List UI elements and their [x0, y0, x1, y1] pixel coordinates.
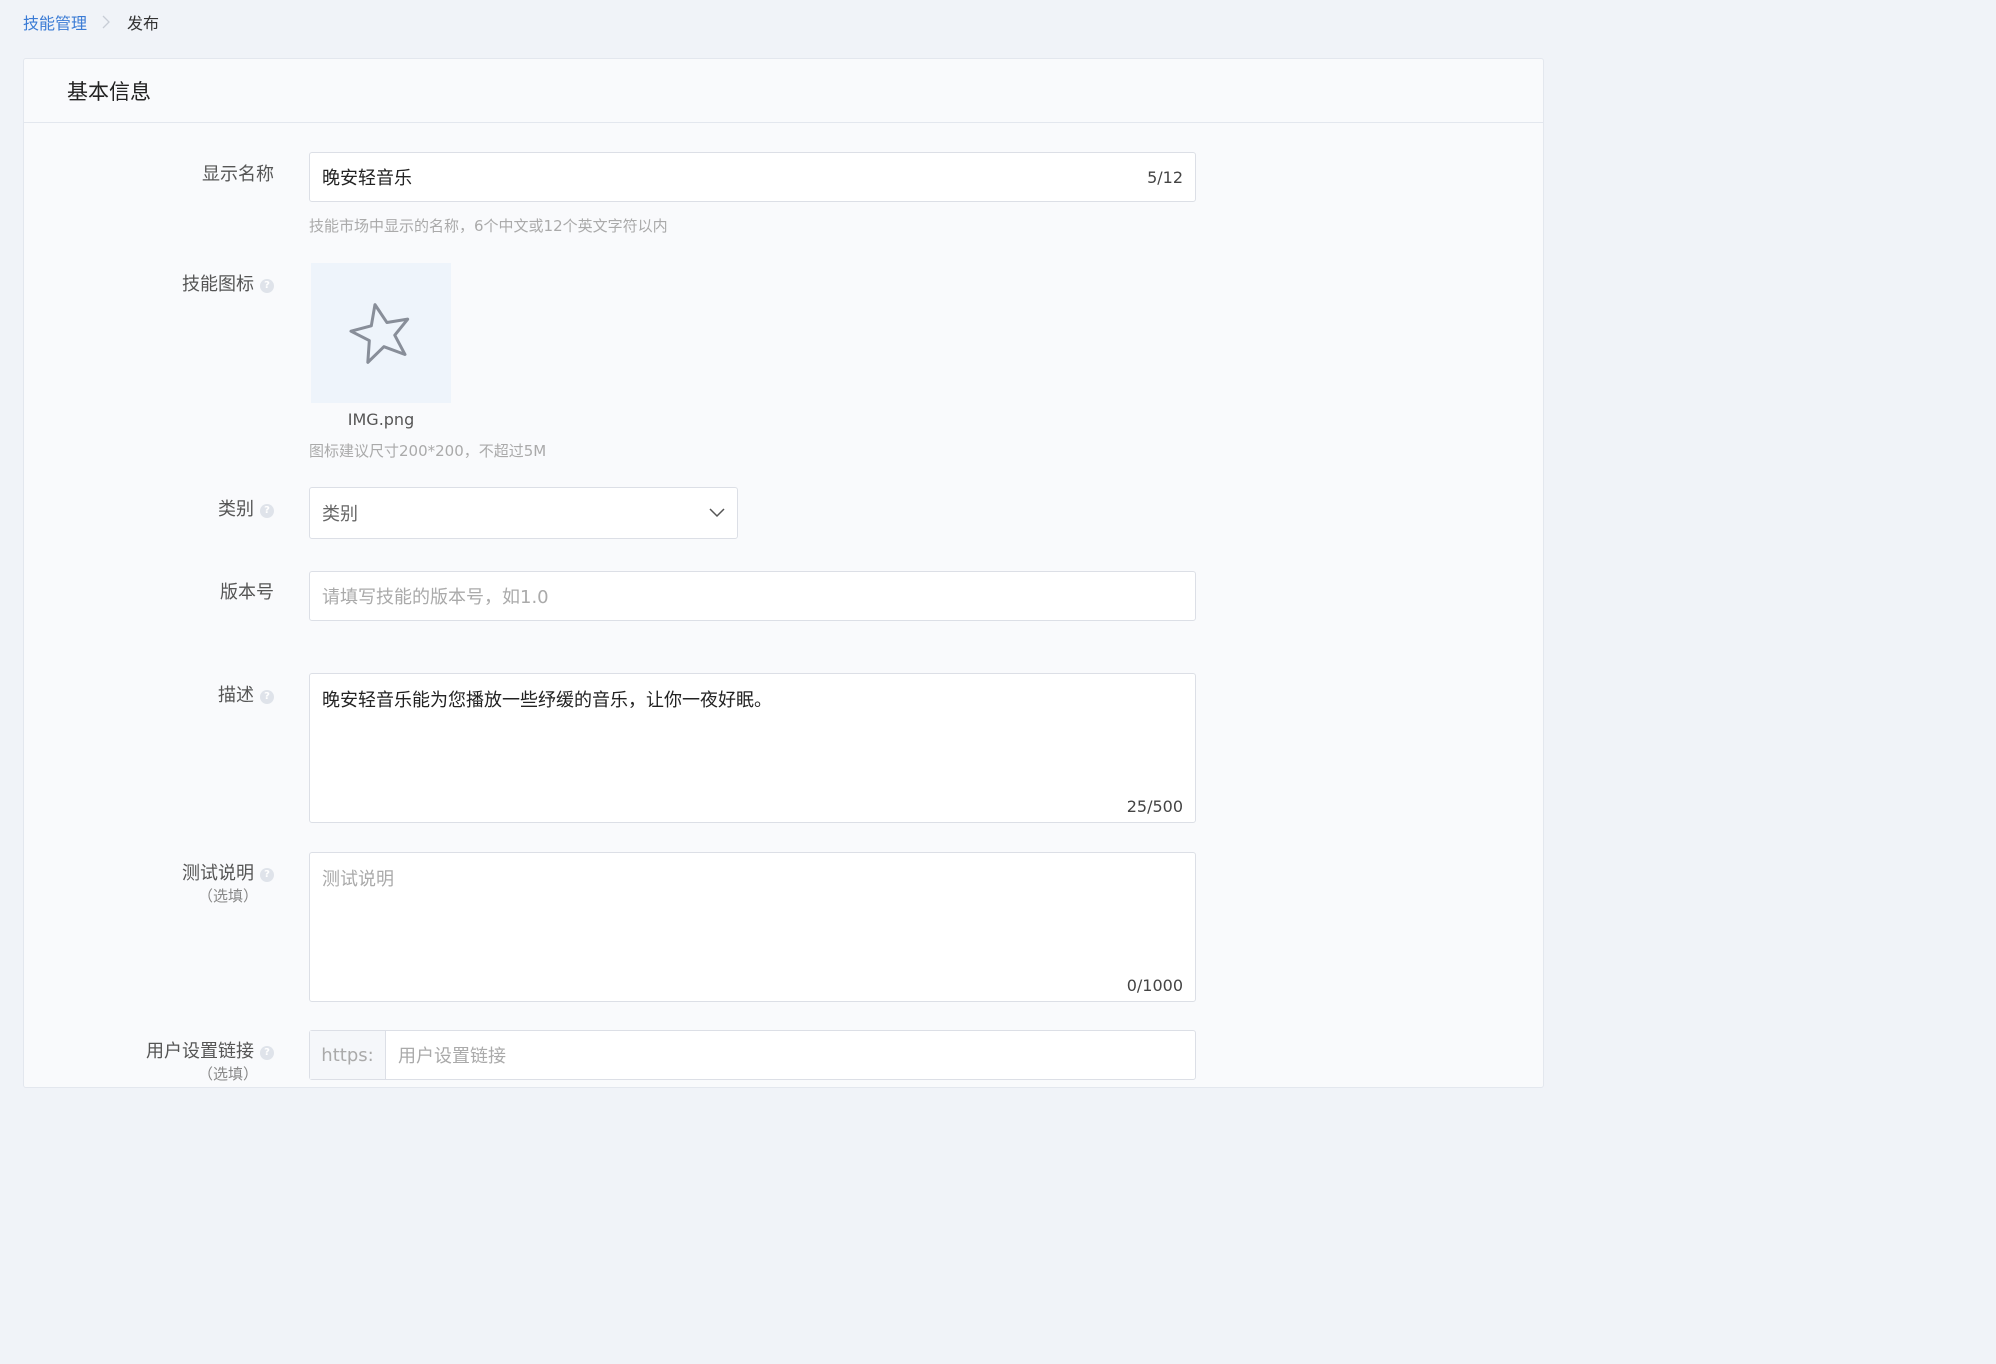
- test-notes-label: 测试说明: [182, 863, 254, 884]
- display-name-input[interactable]: 晚安轻音乐 5/12: [309, 152, 1196, 202]
- version-placeholder: 请填写技能的版本号，如1.0: [322, 587, 549, 608]
- display-name-value: 晚安轻音乐: [322, 168, 412, 189]
- chevron-right-icon: [102, 15, 110, 29]
- user-settings-link-input[interactable]: https: 用户设置链接: [309, 1030, 1196, 1080]
- description-value: 晚安轻音乐能为您播放一些纾缓的音乐，让你一夜好眠。: [322, 690, 772, 711]
- test-notes-textarea[interactable]: 测试说明 0/1000: [309, 852, 1196, 1002]
- question-mark-icon[interactable]: ?: [260, 278, 274, 293]
- description-counter: 25/500: [1126, 797, 1183, 816]
- display-name-label: 显示名称: [202, 164, 274, 185]
- question-mark-icon[interactable]: ?: [260, 503, 274, 518]
- display-name-hint: 技能市场中显示的名称，6个中文或12个英文字符以内: [309, 217, 668, 235]
- skill-icon-hint: 图标建议尺寸200*200，不超过5M: [309, 442, 547, 460]
- user-settings-link-label: 用户设置链接: [146, 1041, 254, 1062]
- description-label: 描述: [218, 685, 254, 706]
- question-mark-icon[interactable]: ?: [260, 689, 274, 704]
- description-textarea[interactable]: 晚安轻音乐能为您播放一些纾缓的音乐，让你一夜好眠。 25/500: [309, 673, 1196, 823]
- question-mark-icon[interactable]: ?: [260, 867, 274, 882]
- basic-info-card: 基本信息 显示名称 晚安轻音乐 5/12 技能市场中显示的名称，6个中文或12个…: [23, 58, 1544, 1088]
- test-notes-sublabel: （选填）: [197, 887, 258, 905]
- category-value: 类别: [322, 504, 358, 525]
- version-input[interactable]: 请填写技能的版本号，如1.0: [309, 571, 1196, 621]
- category-label: 类别: [218, 499, 254, 520]
- card-header: 基本信息: [24, 59, 1543, 123]
- test-notes-counter: 0/1000: [1126, 976, 1183, 995]
- user-settings-link-placeholder: 用户设置链接: [398, 1046, 506, 1067]
- category-select[interactable]: 类别: [309, 487, 738, 539]
- breadcrumb-current: 发布: [127, 14, 160, 33]
- question-mark-icon[interactable]: ?: [260, 1045, 274, 1060]
- test-notes-placeholder: 测试说明: [322, 869, 394, 890]
- skill-icon-upload[interactable]: [311, 263, 451, 403]
- version-label: 版本号: [220, 582, 274, 603]
- skill-icon-label: 技能图标: [182, 274, 254, 295]
- breadcrumb: 技能管理 发布: [23, 10, 159, 34]
- display-name-counter: 5/12: [1147, 167, 1183, 187]
- star-icon: [349, 303, 410, 364]
- chevron-down-icon: [709, 508, 725, 518]
- user-settings-link-sublabel: （选填）: [197, 1065, 258, 1083]
- url-prefix: https:: [310, 1031, 386, 1079]
- skill-icon-filename: IMG.png: [347, 410, 415, 429]
- breadcrumb-skill-management[interactable]: 技能管理: [23, 10, 87, 34]
- section-title: 基本信息: [67, 79, 151, 104]
